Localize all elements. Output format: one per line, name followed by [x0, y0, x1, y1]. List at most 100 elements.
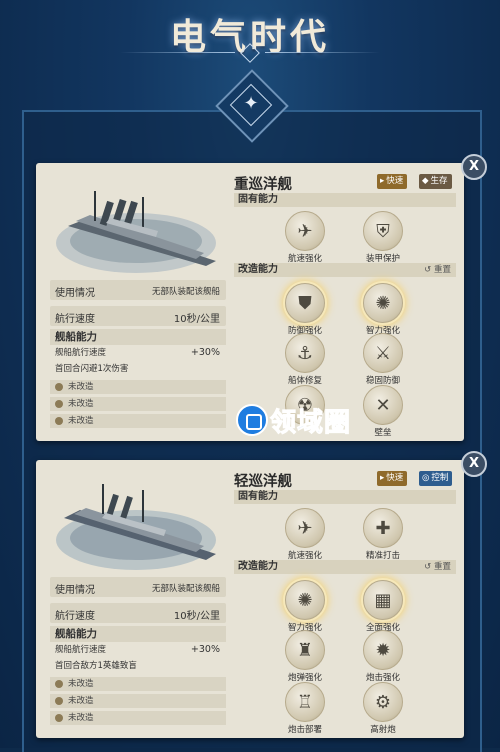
watermark: 领域圈 [236, 402, 351, 438]
ship-name: 轻巡洋舰 [234, 474, 292, 490]
usage-value: 无部队装配该舰船 [151, 287, 220, 297]
usage-label: 使用情况 [55, 585, 95, 596]
intellect-icon: ✺ [285, 580, 325, 620]
usage-value: 无部队装配该舰船 [151, 584, 220, 594]
speed-label: 航行速度 [55, 314, 95, 325]
ship-ability-header: 舰船能力 [50, 626, 226, 642]
ability-text: 首回合敌方1英雄致盲 [55, 661, 137, 671]
ability-full-boost[interactable]: ▦ 全面强化 [348, 580, 418, 633]
mod-slot[interactable]: 未改造 [50, 380, 226, 394]
ability-bombard-boost[interactable]: ✹ 炮击强化 [348, 630, 418, 683]
close-icon[interactable]: X [461, 451, 487, 477]
usage-label: 使用情况 [55, 288, 95, 299]
tag-label: 快速 [386, 473, 404, 483]
ability-line: 首回合闪避1次伤害 [50, 361, 226, 377]
ability-line: 舰船航行速度 +30% [50, 345, 226, 361]
ability-steady-defense[interactable]: ⚔ 稳固防御 [348, 333, 418, 386]
ability-bulwark[interactable]: ✕ 壁垒 [348, 385, 418, 438]
crossed-swords-icon: ⚔ [363, 333, 403, 373]
tag-label: 控制 [431, 473, 449, 483]
ability-defense-boost[interactable]: ⛊ 防御强化 [270, 283, 340, 336]
ability-shell-boost[interactable]: ♜ 炮弹强化 [270, 630, 340, 683]
mod-slot[interactable]: 未改造 [50, 414, 226, 428]
ship-name: 重巡洋舰 [234, 177, 292, 193]
lock-icon [55, 417, 63, 425]
gear-icon: ⚙ [363, 682, 403, 722]
defense-icon: ⛊ [285, 283, 325, 323]
reset-button[interactable]: ↺ 重置 [424, 263, 451, 277]
mod-header: 改造能力 ↺ 重置 [234, 263, 456, 277]
ability-name: 炮击部署 [287, 725, 322, 735]
shield-icon: ⛨ [363, 211, 403, 251]
mod-slot[interactable]: 未改造 [50, 694, 226, 708]
plane-icon: ✈ [285, 211, 325, 251]
close-icon[interactable]: X [461, 154, 487, 180]
mod-header: 改造能力 ↺ 重置 [234, 560, 456, 574]
tag-control: ◎ 控制 [419, 471, 453, 486]
tag-label: 快速 [386, 176, 404, 186]
ability-name: 高射炮 [370, 725, 396, 735]
plane-icon: ✈ [285, 508, 325, 548]
tag-survival: ◆ 生存 [419, 174, 452, 189]
ability-line: 首回合敌方1英雄致盲 [50, 658, 226, 674]
control-icon: ◎ [422, 473, 430, 483]
ship-card-light-cruiser: 使用情况 无部队装配该舰船 航行速度 10秒/公里 舰船能力 舰船航行速度 +3… [36, 460, 464, 738]
ability-anti-air-gun[interactable]: ⚙ 高射炮 [348, 682, 418, 735]
watermark-text: 领域圈 [269, 407, 352, 438]
lock-icon [55, 680, 63, 688]
compass-star-icon: ✦ [243, 93, 259, 114]
speed-icon: ▸ [380, 176, 385, 186]
tag-fast: ▸ 快速 [377, 471, 408, 486]
intellect-icon: ✺ [363, 283, 403, 323]
ability-bombard-deploy[interactable]: ♖ 炮击部署 [270, 682, 340, 735]
mod-header-label: 改造能力 [238, 264, 278, 275]
innate-header: 固有能力 [234, 490, 456, 504]
light-cruiser-image [56, 484, 216, 570]
reset-button[interactable]: ↺ 重置 [424, 560, 451, 574]
ability-precision-strike[interactable]: ✚ 精准打击 [348, 508, 418, 561]
explosion-icon: ✹ [363, 630, 403, 670]
speed-icon: ▸ [380, 473, 385, 483]
ability-text: 舰船航行速度 [55, 348, 107, 358]
speed-label: 航行速度 [55, 611, 95, 622]
ability-name: 壁垒 [374, 428, 392, 438]
speed-value: 10秒/公里 [173, 611, 220, 622]
innate-header: 固有能力 [234, 193, 456, 207]
mod-slot-label: 未改造 [68, 679, 94, 689]
reset-label: 重置 [433, 265, 451, 275]
mod-header-label: 改造能力 [238, 561, 278, 572]
ship-info-panel: 使用情况 无部队装配该舰船 航行速度 10秒/公里 舰船能力 舰船航行速度 +3… [50, 577, 226, 728]
speed-value: 10秒/公里 [173, 314, 220, 325]
tag-label: 生存 [430, 176, 448, 186]
mod-slot-label: 未改造 [68, 399, 94, 409]
mod-slot[interactable]: 未改造 [50, 711, 226, 725]
ability-intellect-boost[interactable]: ✺ 智力强化 [348, 283, 418, 336]
watermark-logo-icon [236, 404, 268, 436]
tag-fast: ▸ 快速 [377, 174, 408, 189]
lock-icon [55, 714, 63, 722]
mod-slot[interactable]: 未改造 [50, 677, 226, 691]
lock-icon [55, 400, 63, 408]
cross-icon: ✕ [363, 385, 403, 425]
ability-value: +30% [190, 644, 220, 655]
speed-row: 航行速度 10秒/公里 [50, 603, 226, 623]
ability-armor-protection[interactable]: ⛨ 装甲保护 [348, 211, 418, 264]
ability-intellect-boost[interactable]: ✺ 智力强化 [270, 580, 340, 633]
shell-icon: ♜ [285, 630, 325, 670]
heavy-cruiser-image [56, 191, 216, 273]
lock-icon [55, 383, 63, 391]
speed-row: 航行速度 10秒/公里 [50, 306, 226, 326]
ship-ability-header: 舰船能力 [50, 329, 226, 345]
ability-line: 舰船航行速度 +30% [50, 642, 226, 658]
ability-speed-boost[interactable]: ✈ 航速强化 [270, 508, 340, 561]
usage-row: 使用情况 无部队装配该舰船 [50, 577, 226, 597]
ability-speed-boost[interactable]: ✈ 航速强化 [270, 211, 340, 264]
anchor-icon: ⚓ [285, 333, 325, 373]
ability-hull-repair[interactable]: ⚓ 船体修复 [270, 333, 340, 386]
title-divider-right [265, 52, 380, 53]
mod-slot[interactable]: 未改造 [50, 397, 226, 411]
mod-slot-label: 未改造 [68, 696, 94, 706]
mod-slot-label: 未改造 [68, 382, 94, 392]
ship-card-heavy-cruiser: 使用情况 无部队装配该舰船 航行速度 10秒/公里 舰船能力 舰船航行速度 +3… [36, 163, 464, 441]
ship-info-panel: 使用情况 无部队装配该舰船 航行速度 10秒/公里 舰船能力 舰船航行速度 +3… [50, 280, 226, 431]
